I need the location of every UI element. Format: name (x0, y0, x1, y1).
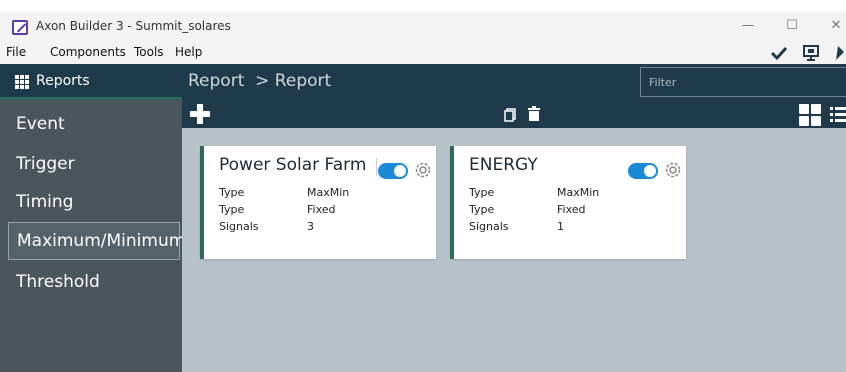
card-type-value: Fixed (557, 203, 586, 216)
card-signals-label: Signals (219, 220, 259, 233)
menu-file[interactable]: File (6, 45, 26, 59)
sidebar-item-threshold[interactable]: Threshold (8, 264, 180, 302)
main-header: Report > Report (182, 64, 846, 128)
card-type-value: MaxMin (307, 186, 350, 199)
card-type-label: Type (469, 203, 495, 216)
sidebar-item-label: Maximum/Minimum (17, 231, 186, 251)
menu-help[interactable]: Help (175, 45, 202, 59)
sidebar-item-label: Event (16, 114, 65, 134)
sidebar-title: Reports (36, 73, 90, 89)
sidebar-item-label: Trigger (16, 154, 75, 174)
apps-grid-icon (15, 75, 29, 89)
sidebar-item-trigger[interactable]: Trigger (8, 146, 180, 184)
card-signals-value: 3 (307, 220, 314, 233)
card-signals-label: Signals (469, 220, 509, 233)
card-type-label: Type (219, 186, 245, 199)
menu-components[interactable]: Components (50, 45, 126, 59)
card-type-value: MaxMin (557, 186, 600, 199)
sidebar-header: Reports (0, 64, 182, 100)
card-title: ENERGY (469, 155, 538, 175)
enable-toggle[interactable] (378, 163, 408, 179)
maximize-button[interactable]: ☐ (782, 16, 802, 36)
copy-icon[interactable] (504, 107, 516, 122)
close-button[interactable]: ✕ (826, 16, 846, 36)
card-title: Power Solar Farm (219, 155, 367, 175)
menu-tools[interactable]: Tools (134, 45, 164, 59)
card-type-label: Type (469, 186, 495, 199)
filter-input[interactable] (640, 67, 846, 97)
card-signals-value: 1 (557, 220, 564, 233)
monitor-icon[interactable] (802, 44, 820, 62)
sidebar-item-label: Timing (16, 192, 74, 212)
trash-icon[interactable] (528, 106, 540, 121)
app-logo-icon (12, 20, 28, 35)
report-card-area: Power Solar Farm Type MaxMin Type Fixed … (182, 128, 846, 372)
list-view-icon[interactable] (830, 105, 846, 125)
sidebar-item-maximum-minimum[interactable]: Maximum/Minimum (8, 222, 185, 260)
sidebar: Reports Event Trigger Timing Maximum/Min… (0, 64, 185, 372)
card-type-label: Type (219, 203, 245, 216)
check-icon[interactable] (770, 44, 788, 62)
gear-icon[interactable] (413, 160, 433, 180)
title-divider (376, 158, 377, 176)
sidebar-item-timing[interactable]: Timing (8, 184, 180, 222)
title-bar: Axon Builder 3 - Summit_solares — ☐ ✕ (0, 12, 846, 42)
window-title: Axon Builder 3 - Summit_solares (36, 19, 231, 33)
tile-view-icon[interactable] (799, 104, 821, 126)
minimize-button[interactable]: — (738, 16, 758, 36)
report-card[interactable]: Power Solar Farm Type MaxMin Type Fixed … (200, 146, 436, 259)
menu-bar: File Components Tools Help (0, 42, 846, 64)
breadcrumb: Report > Report (188, 71, 332, 91)
card-type-value: Fixed (307, 203, 336, 216)
pin-icon[interactable] (834, 44, 846, 62)
add-icon[interactable] (190, 104, 210, 124)
gear-icon[interactable] (663, 160, 683, 180)
report-card[interactable]: ENERGY Type MaxMin Type Fixed Signals 1 (450, 146, 686, 259)
sidebar-item-event[interactable]: Event (8, 106, 180, 144)
enable-toggle[interactable] (628, 163, 658, 179)
sidebar-item-label: Threshold (16, 272, 100, 292)
